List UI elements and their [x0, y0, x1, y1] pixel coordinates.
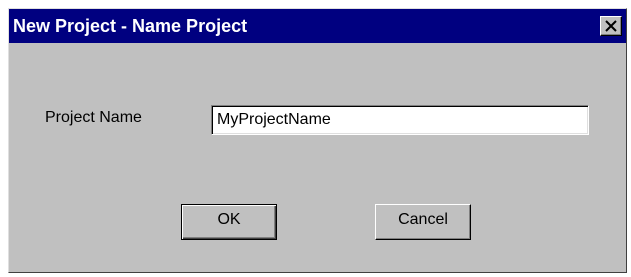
new-project-dialog: New Project - Name Project Project Name … — [8, 8, 627, 273]
close-icon — [605, 20, 617, 32]
ok-button[interactable]: OK — [181, 204, 277, 240]
close-button[interactable] — [600, 16, 622, 36]
window-title: New Project - Name Project — [13, 16, 248, 36]
project-name-input[interactable] — [211, 105, 589, 135]
cancel-button[interactable]: Cancel — [375, 204, 471, 240]
title-bar[interactable]: New Project - Name Project — [9, 9, 626, 43]
project-name-label: Project Name — [45, 109, 142, 126]
